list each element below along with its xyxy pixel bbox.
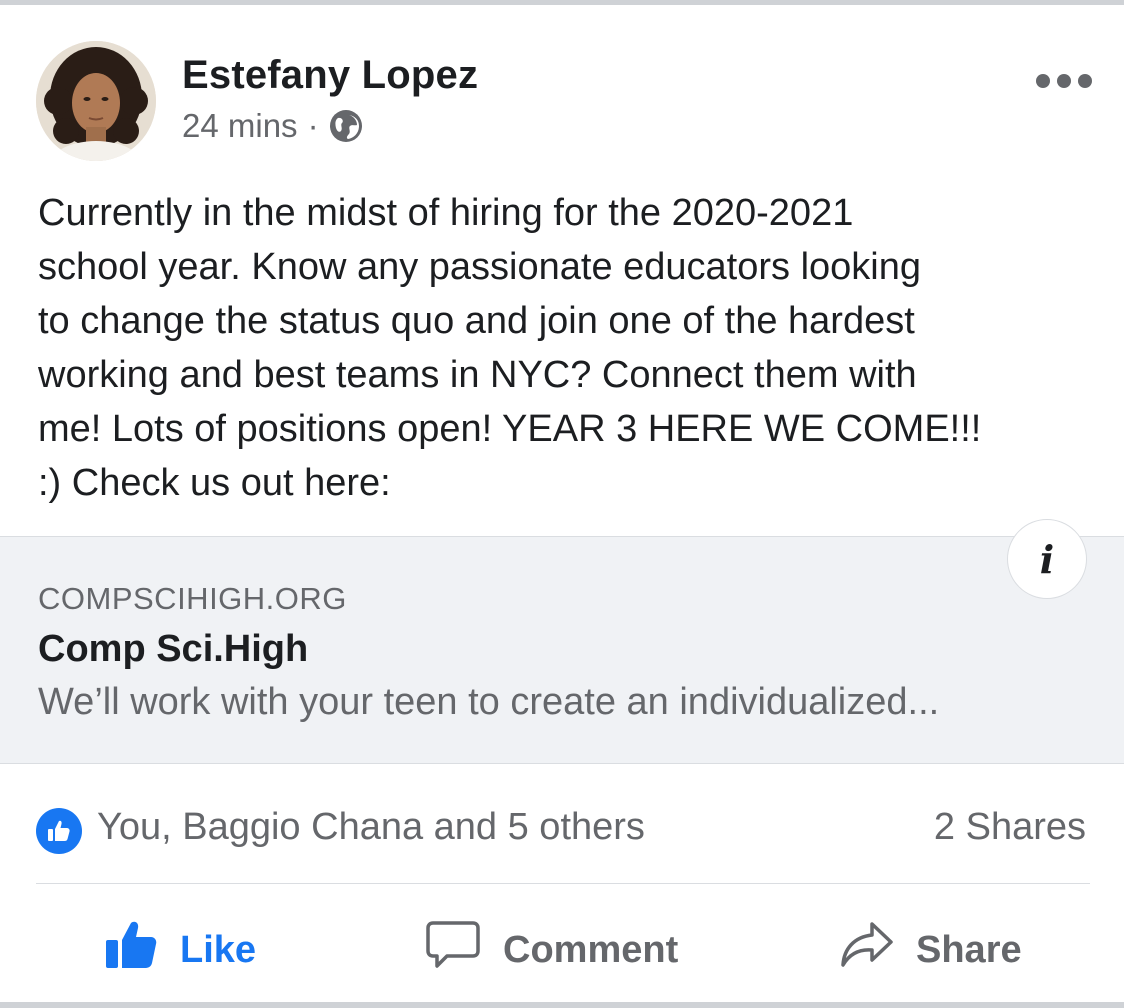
post-timestamp[interactable]: 24 mins — [182, 107, 298, 145]
share-button[interactable]: Share — [840, 915, 1022, 985]
bottom-separator — [0, 1002, 1124, 1008]
post-meta: 24 mins · — [182, 107, 363, 145]
like-reaction-icon[interactable] — [36, 808, 82, 854]
thumbs-up-icon — [104, 919, 158, 981]
info-icon[interactable]: i — [1007, 519, 1087, 599]
actions-divider — [36, 883, 1090, 884]
link-description: We’ll work with your teen to create an i… — [38, 681, 940, 723]
share-icon — [840, 920, 894, 980]
comment-icon — [425, 919, 481, 981]
meta-separator: · — [307, 107, 319, 144]
share-label: Share — [916, 928, 1022, 971]
author-name[interactable]: Estefany Lopez — [182, 53, 478, 98]
like-button[interactable]: Like — [104, 915, 256, 985]
comment-label: Comment — [503, 928, 679, 971]
like-label: Like — [180, 928, 257, 971]
link-domain: COMPSCIHIGH.ORG — [38, 581, 347, 616]
comment-button[interactable]: Comment — [425, 915, 678, 985]
more-options-icon[interactable] — [1036, 69, 1092, 93]
shares-count[interactable]: 2 Shares — [934, 806, 1086, 849]
link-preview[interactable]: COMPSCIHIGH.ORG Comp Sci.High We’ll work… — [0, 536, 1124, 764]
post-body: Currently in the midst of hiring for the… — [38, 192, 982, 504]
post-card: Estefany Lopez 24 mins · Currently in th… — [0, 5, 1124, 1002]
avatar-image — [36, 41, 156, 161]
author-avatar[interactable] — [36, 41, 156, 161]
link-title: Comp Sci.High — [38, 628, 309, 670]
reactions-summary[interactable]: You, Baggio Chana and 5 others — [97, 806, 645, 849]
globe-icon — [329, 109, 363, 143]
